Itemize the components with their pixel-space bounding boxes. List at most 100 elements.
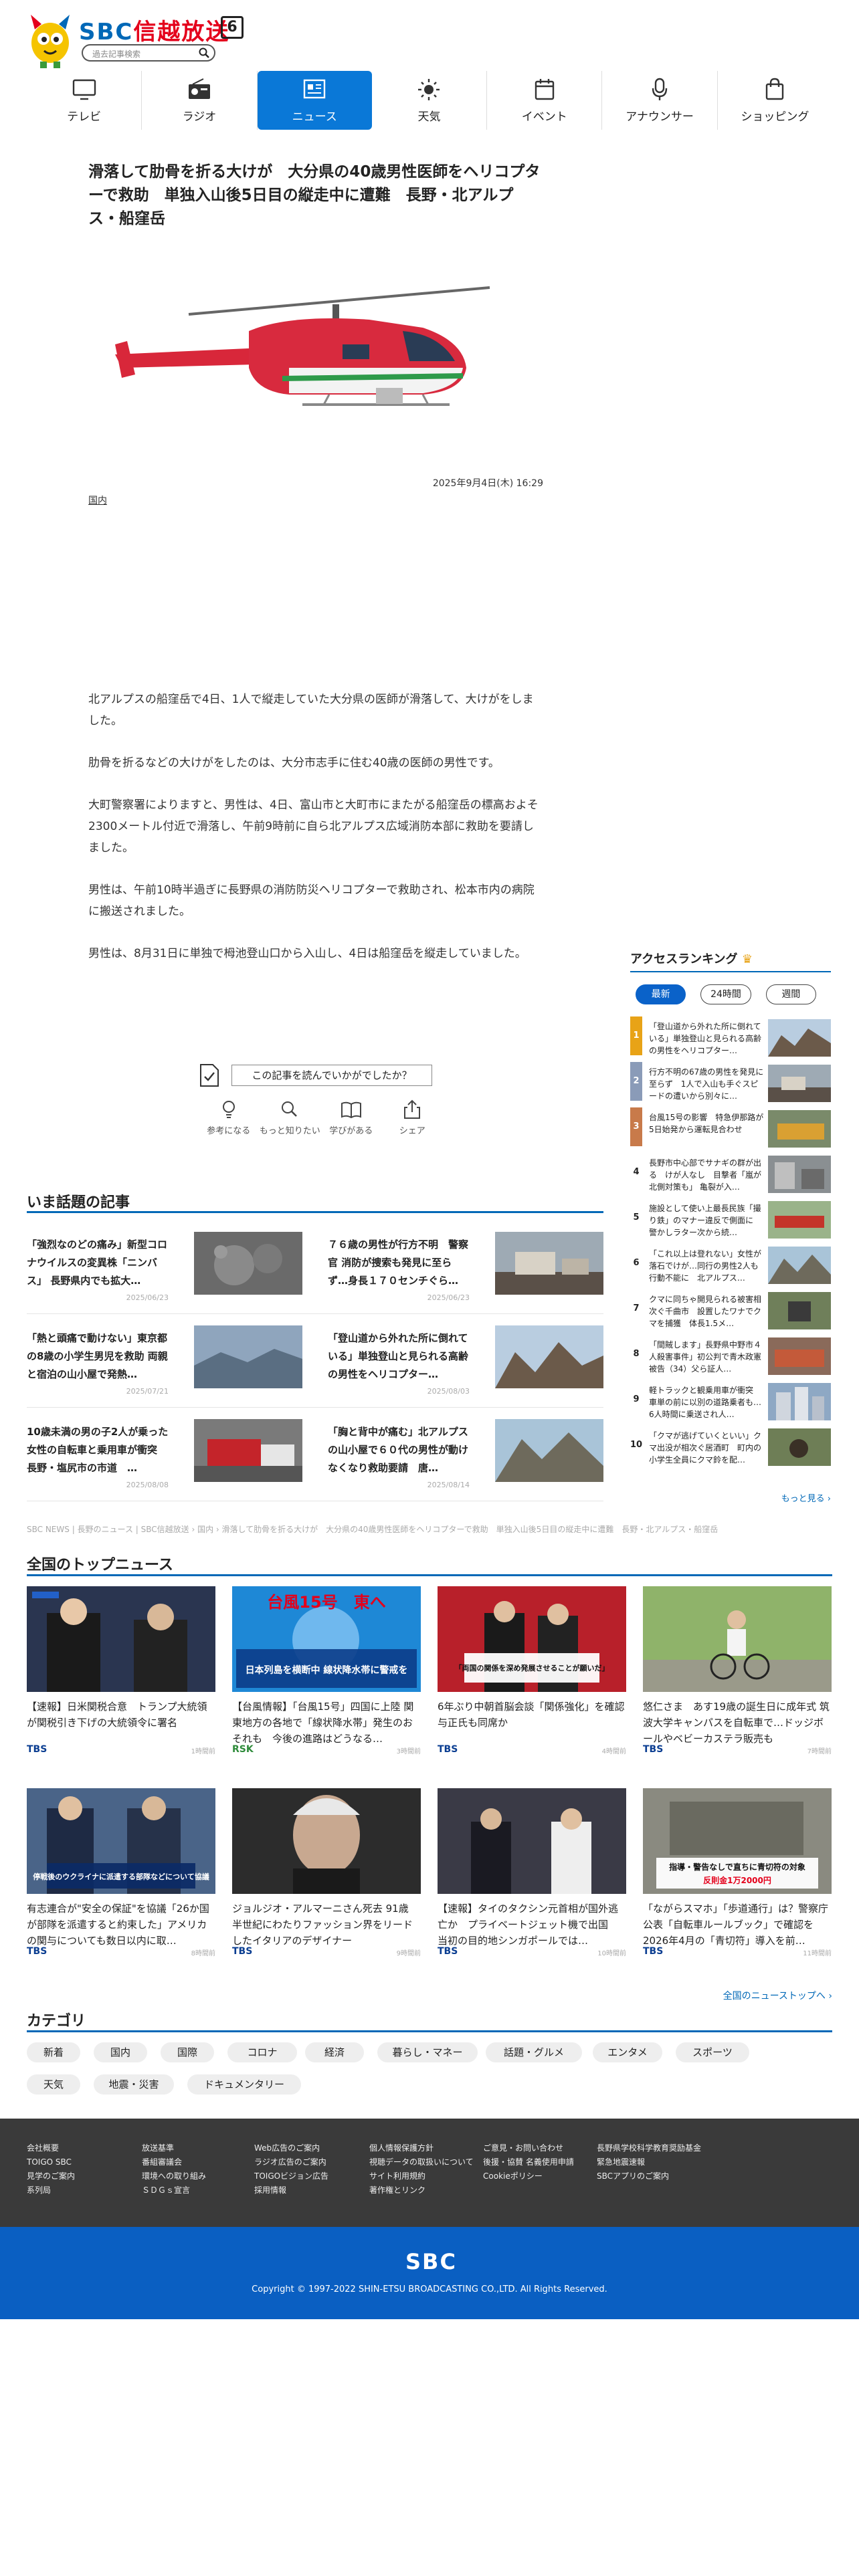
footer-link[interactable]: 長野県学校科学教育奨励基金 — [597, 2141, 701, 2155]
category-chip[interactable]: 新着 — [27, 2042, 80, 2062]
category-chip[interactable]: 地震・災害 — [94, 2074, 174, 2095]
sun-icon — [418, 79, 440, 100]
footer-link[interactable]: サイト利用規約 — [369, 2169, 474, 2183]
ranking-item[interactable]: 7 クマに同ちゃ開見られる被害相次ぐ千曲市 設置したワナでクマを捕獲 体長1.5メ… — [630, 1289, 831, 1332]
nav-item-announcer[interactable]: アナウンサー — [602, 71, 718, 130]
topic-divider — [27, 1313, 603, 1314]
news-time: 1時間前 — [191, 1748, 215, 1755]
category-chip[interactable]: ドキュメンタリー — [187, 2074, 301, 2095]
footer-link[interactable]: 緊急地震速報 — [597, 2155, 701, 2169]
ranking-item[interactable]: 5 施設として使い上最長民族「撮り鉄」のマナー違反で側面に 警かしラター次から続… — [630, 1198, 831, 1241]
footer-link[interactable]: TOIGOビジョン広告 — [254, 2169, 328, 2183]
news-title: 「ながらスマホ」「歩道通行」は？警察庁公表「自転車ルールブック」で確認を 202… — [643, 1903, 829, 1947]
reaction-helpful-button[interactable]: 参考になる — [198, 1099, 260, 1140]
news-card[interactable]: ジョルジオ・アルマーニさん死去 91歳 半世紀にわたりファッション界をリードした… — [232, 1788, 421, 1957]
footer-link[interactable]: 個人情報保護方針 — [369, 2141, 474, 2155]
topic-card[interactable]: 「強烈なのどの痛み」新型コロナウイルスの変異株「ニンバス」 長野県内でも拡大… … — [27, 1228, 302, 1305]
ranking-more-link[interactable]: もっと見る › — [630, 1491, 831, 1504]
ranking-item[interactable]: 4 長野市中心部でサナギの群が出る けが人なし 目撃者「嵐が北側対策も」 亀裂が入… — [630, 1153, 831, 1196]
ranking-item[interactable]: 3 台風15号の影響 特急伊那路が5日始発から運転見合わせ — [630, 1107, 831, 1150]
topic-card[interactable]: 10歳未満の男の子2人が乗った女性の自転車と乗用車が衝突 長野・塩尻市の市道 …… — [27, 1415, 302, 1493]
ranking-item[interactable]: 10 「クマが逃げていくといい」クマ出没が相次ぐ居酒町 町内の小学生全員にクマ鈴を… — [630, 1426, 831, 1469]
footer-link[interactable]: 著作権とリンク — [369, 2183, 474, 2197]
topic-card[interactable]: ７６歳の男性が行方不明 警察官 消防が捜索も発見に至らず…身長１７０センチぐら…… — [328, 1228, 603, 1305]
ranking-tab-24h[interactable]: 24時間 — [700, 984, 751, 1004]
mascot-logo-icon[interactable] — [27, 9, 74, 70]
news-source: TBS — [438, 1946, 458, 1957]
category-chip[interactable]: 国際 — [161, 2042, 214, 2062]
category-chip[interactable]: 暮らし・マネー — [377, 2042, 478, 2062]
thumb-text: 「両国の関係を深め発展させることが願いだ」 — [455, 1663, 609, 1673]
category-chip[interactable]: 話題・グルメ — [486, 2042, 582, 2062]
ranking-item[interactable]: 6 「これ以上は登れない」女性が落石でけが…同行の男性2人も行動不能に 北アルプス… — [630, 1244, 831, 1287]
category-chip[interactable]: 国内 — [94, 2042, 147, 2062]
topic-card[interactable]: 「登山道から外れた所に倒れている」単独登山と見られる高齢の男性をヘリコプター… … — [328, 1321, 603, 1399]
search-icon[interactable] — [198, 47, 210, 59]
footer-link[interactable]: 系列局 — [27, 2183, 75, 2197]
footer-link[interactable]: 後援・協賛 名義使用申請 — [483, 2155, 574, 2169]
news-title: 【速報】日米関税合意 トランプ大統領が関税引き下げの大統領令に署名 — [27, 1701, 207, 1729]
footer-link[interactable]: Web広告のご案内 — [254, 2141, 328, 2155]
nav-label: イベント — [521, 110, 567, 124]
ranking-tab-weekly[interactable]: 週間 — [765, 984, 816, 1004]
footer-link[interactable]: Cookieポリシー — [483, 2169, 574, 2183]
reaction-share-button[interactable]: シェア — [382, 1099, 444, 1140]
footer-link[interactable]: 放送基準 — [142, 2141, 206, 2155]
topic-date: 2025/06/23 — [126, 1293, 169, 1302]
ranking-title: アクセスランキング — [630, 952, 738, 966]
archive-search-input[interactable]: 過去記事検索 — [82, 44, 215, 62]
news-time: 10時間前 — [597, 1950, 626, 1957]
footer-logo[interactable]: SBC — [405, 2248, 456, 2275]
news-card[interactable]: 「両国の関係を深め発展させることが願いだ」 6年ぶり中朝首脳会談「関係強化」を確… — [438, 1586, 626, 1755]
ranking-thumbnail — [768, 1065, 831, 1102]
category-chip[interactable]: エンタメ — [593, 2042, 662, 2062]
footer-link[interactable]: 会社概要 — [27, 2141, 75, 2155]
news-card[interactable]: 停戦後のウクライナに派遣する部隊などについて協議 有志連合が"安全の保証"を協議… — [27, 1788, 215, 1957]
news-card[interactable]: 指導・警告なしで直ちに青切符の対象 反則金1万2000円 「ながらスマホ」「歩道通… — [643, 1788, 832, 1957]
footer-link[interactable]: 環境への取り組み — [142, 2169, 206, 2183]
category-chip[interactable]: 経済 — [305, 2042, 364, 2062]
article-paragraph: 男性は、8月31日に単独で栂池登山口から入山し、4日は船窪岳を縦走していました。 — [88, 947, 527, 960]
ranking-item[interactable]: 8 「間賊します」長野県中野市４人殺害事件」初公判で青木政憲被告（34）父ら証人… — [630, 1335, 831, 1378]
footer-link[interactable]: 番組審議会 — [142, 2155, 206, 2169]
nav-item-tv[interactable]: テレビ — [27, 71, 142, 130]
news-card[interactable]: 【速報】日米関税合意 トランプ大統領が関税引き下げの大統領令に署名 TBS 1時… — [27, 1586, 215, 1755]
nav-item-shopping[interactable]: ショッピング — [718, 71, 832, 130]
search-placeholder: 過去記事検索 — [92, 49, 141, 59]
national-news-more-link[interactable]: 全国のニューストップへ › — [602, 1989, 832, 2002]
breadcrumb[interactable]: SBC NEWS | 長野のニュース | SBC信越放送 › 国内 › 滑落して… — [27, 1523, 832, 1535]
footer-link[interactable]: ご意見・お問い合わせ — [483, 2141, 574, 2155]
article-body: 北アルプスの船窪岳で4日、1人で縦走していた大分県の医師が滑落して、大けがをしま… — [88, 689, 543, 985]
article-paragraph: 北アルプスの船窪岳で4日、1人で縦走していた大分県の医師が滑落して、大けがをしま… — [88, 693, 534, 728]
nav-item-weather[interactable]: 天気 — [372, 71, 488, 130]
ranking-thumbnail — [768, 1110, 831, 1148]
ranking-item[interactable]: 9 軽トラックと観乗用車が衝突 車単の前に以別の道路乗者も…6人時間に乗送され人… — [630, 1380, 831, 1423]
reaction-know-more-button[interactable]: もっと知りたい — [260, 1099, 321, 1140]
site-logo[interactable]: SBC信越放送 — [79, 13, 229, 46]
news-card[interactable]: 悠仁さま あす19歳の誕生日に成年式 筑波大学キャンパスを自転車で…ドッジボール… — [643, 1586, 832, 1755]
category-chip[interactable]: コロナ — [227, 2042, 297, 2062]
logo-brand: SBC — [79, 19, 134, 45]
ranking-item[interactable]: 2 行方不明の67歳の男性を発見に至らず 1人で入山も手ぐスピードの遭いから別々に… — [630, 1062, 831, 1105]
nav-item-news[interactable]: ニュース — [257, 71, 372, 130]
footer-link[interactable]: ＳＤＧｓ宣言 — [142, 2183, 206, 2197]
topic-date: 2025/06/23 — [427, 1293, 470, 1302]
ranking-item[interactable]: 1 「登山道から外れた所に倒れている」単独登山と見られる高齢の男性をヘリコプター… — [630, 1016, 831, 1059]
footer-link[interactable]: 見学のご案内 — [27, 2169, 75, 2183]
ranking-tab-latest[interactable]: 最新 — [636, 984, 686, 1004]
reaction-learning-button[interactable]: 学びがある — [320, 1099, 382, 1140]
footer-link[interactable]: SBCアプリのご案内 — [597, 2169, 701, 2183]
news-card[interactable]: 台風15号 東へ 日本列島を横断中 線状降水帯に警戒を 【台風情報】「台風15号」… — [232, 1586, 421, 1755]
footer-link[interactable]: 視聴データの取扱いについて — [369, 2155, 474, 2169]
category-chip[interactable]: スポーツ — [676, 2042, 749, 2062]
news-card[interactable]: 【速報】タイのタクシン元首相が国外逃亡か プライベートジェット機で出国 当初の目… — [438, 1788, 626, 1957]
topic-card[interactable]: 「熱と頭痛で動けない」東京都の8歳の小学生男児を救助 両親と宿泊の山小屋で発熱…… — [27, 1321, 302, 1399]
footer-link[interactable]: TOIGO SBC — [27, 2155, 75, 2169]
category-chip[interactable]: 天気 — [27, 2074, 80, 2095]
footer-link[interactable]: ラジオ広告のご案内 — [254, 2155, 328, 2169]
nav-item-event[interactable]: イベント — [487, 71, 603, 130]
topic-card[interactable]: 「胸と背中が痛む」北アルプスの山小屋で６０代の男性が動けなくなり救助要請 唐… … — [328, 1415, 603, 1493]
nav-item-radio[interactable]: ラジオ — [142, 71, 258, 130]
footer-link[interactable]: 採用情報 — [254, 2183, 328, 2197]
article-category-link[interactable]: 国内 — [88, 494, 107, 507]
